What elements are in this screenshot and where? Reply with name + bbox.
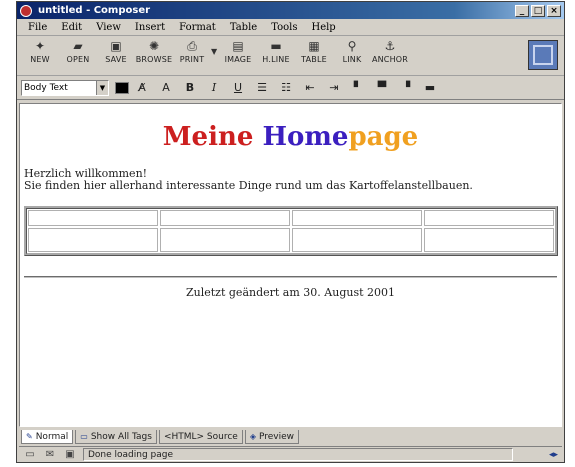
document-table[interactable] bbox=[24, 206, 558, 256]
status-bar: ▭ ✉ ▣ Done loading page ◂▸ bbox=[19, 446, 562, 462]
table-button[interactable]: ▦ Table bbox=[295, 39, 333, 73]
close-button[interactable]: × bbox=[547, 4, 561, 17]
save-button[interactable]: ▣ Save bbox=[97, 39, 135, 73]
hline-icon: ▬ bbox=[270, 39, 282, 53]
menu-tools[interactable]: Tools bbox=[264, 22, 304, 33]
table-cell[interactable] bbox=[292, 228, 422, 252]
align-right-icon[interactable]: ▝ bbox=[395, 79, 417, 97]
throbber-logo-icon[interactable] bbox=[528, 40, 558, 70]
menu-edit[interactable]: Edit bbox=[54, 22, 89, 33]
preview-icon: ◈ bbox=[249, 432, 256, 441]
align-center-icon[interactable]: ▀ bbox=[371, 79, 393, 97]
indent-icon[interactable]: ⇥ bbox=[323, 79, 345, 97]
tab-html-source[interactable]: <HTML> Source bbox=[158, 430, 243, 444]
underline-icon[interactable]: U bbox=[227, 79, 249, 97]
browse-button[interactable]: ✺ Browse bbox=[135, 39, 173, 73]
edit-mode-tabs: ✎ Normal ▭ Show All Tags <HTML> Source ◈ Pr… bbox=[19, 429, 562, 445]
paragraph-style-select[interactable]: Body Text ▼ bbox=[21, 79, 109, 96]
open-button[interactable]: ▰ Open bbox=[59, 39, 97, 73]
horizontal-rule bbox=[24, 276, 557, 278]
welcome-text: Herzlich willkommen! Sie finden hier all… bbox=[24, 168, 561, 192]
justify-icon[interactable]: ▬ bbox=[419, 79, 441, 97]
image-button[interactable]: ▤ Image bbox=[219, 39, 257, 73]
menu-format[interactable]: Format bbox=[172, 22, 223, 33]
numbered-list-icon[interactable]: ☷ bbox=[275, 79, 297, 97]
save-icon: ▣ bbox=[110, 39, 122, 53]
italic-icon[interactable]: I bbox=[203, 79, 225, 97]
print-button[interactable]: ⎙ Print bbox=[173, 39, 211, 73]
mail-icon[interactable]: ✉ bbox=[43, 449, 57, 461]
new-icon: ✦ bbox=[34, 39, 46, 53]
table-row bbox=[27, 209, 555, 227]
print-dropdown-icon[interactable]: ▼ bbox=[211, 47, 219, 56]
composition-toolbar: ✦ New ▰ Open ▣ Save ✺ Browse ⎙ Print ▼ ▤ Image… bbox=[17, 36, 564, 76]
table-cell[interactable] bbox=[160, 210, 290, 226]
last-modified-text: Zuletzt geändert am 30. August 2001 bbox=[186, 286, 395, 299]
tab-preview[interactable]: ◈ Preview bbox=[244, 430, 300, 444]
menu-help[interactable]: Help bbox=[304, 22, 342, 33]
link-icon: ⚲ bbox=[347, 39, 357, 53]
align-left-icon[interactable]: ▘ bbox=[347, 79, 369, 97]
paragraph-style-value: Body Text bbox=[24, 82, 68, 93]
minimize-button[interactable]: _ bbox=[515, 4, 529, 17]
pen-icon: ✎ bbox=[26, 432, 33, 441]
print-icon: ⎙ bbox=[187, 38, 197, 53]
menu-view[interactable]: View bbox=[89, 22, 128, 33]
status-text: Done loading page bbox=[83, 448, 513, 461]
chevron-down-icon: ▼ bbox=[96, 80, 108, 95]
format-toolbar: Body Text ▼ A̸ A B I U ☰ ☷ ⇤ ⇥ ▘ ▀ ▝ ▬ bbox=[17, 76, 564, 100]
menu-insert[interactable]: Insert bbox=[128, 22, 172, 33]
table-cell[interactable] bbox=[28, 210, 158, 226]
hline-button[interactable]: ▬ H.Line bbox=[257, 39, 295, 73]
app-icon[interactable] bbox=[20, 4, 32, 17]
table-icon: ▦ bbox=[308, 39, 320, 53]
open-icon: ▰ bbox=[73, 39, 83, 53]
anchor-icon: ⚓ bbox=[384, 39, 396, 53]
tags-icon: ▭ bbox=[80, 432, 88, 441]
image-icon: ▤ bbox=[232, 39, 244, 53]
intro-line: Sie finden hier allerhand interessante D… bbox=[24, 179, 473, 192]
bold-icon[interactable]: B bbox=[179, 79, 201, 97]
menu-table[interactable]: Table bbox=[223, 22, 264, 33]
table-cell[interactable] bbox=[292, 210, 422, 226]
document-editor[interactable]: Meine Homepage Herzlich willkommen! Sie … bbox=[19, 103, 562, 427]
tab-show-all-tags[interactable]: ▭ Show All Tags bbox=[75, 430, 157, 444]
link-button[interactable]: ⚲ Link bbox=[333, 39, 371, 73]
composer-window: untitled - Composer _ □ × File Edit View… bbox=[16, 1, 565, 463]
page-heading: Meine Homepage bbox=[162, 122, 419, 152]
table-cell[interactable] bbox=[424, 210, 554, 226]
bullet-list-icon[interactable]: ☰ bbox=[251, 79, 273, 97]
browse-icon: ✺ bbox=[148, 39, 160, 53]
table-row bbox=[27, 227, 555, 253]
table-cell[interactable] bbox=[160, 228, 290, 252]
new-button[interactable]: ✦ New bbox=[21, 39, 59, 73]
title-bar: untitled - Composer _ □ × bbox=[17, 2, 564, 19]
anchor-button[interactable]: ⚓ Anchor bbox=[371, 39, 409, 73]
increase-font-icon[interactable]: A bbox=[155, 79, 177, 97]
composer-icon[interactable]: ▣ bbox=[63, 449, 77, 461]
outdent-icon[interactable]: ⇤ bbox=[299, 79, 321, 97]
decrease-font-icon[interactable]: A̸ bbox=[131, 79, 153, 97]
tab-normal[interactable]: ✎ Normal bbox=[21, 430, 74, 444]
maximize-button[interactable]: □ bbox=[531, 4, 545, 17]
table-cell[interactable] bbox=[424, 228, 554, 252]
table-cell[interactable] bbox=[28, 228, 158, 252]
folder-icon[interactable]: ▭ bbox=[23, 449, 37, 461]
text-color-icon[interactable] bbox=[115, 81, 129, 94]
menu-bar: File Edit View Insert Format Table Tools… bbox=[17, 19, 564, 36]
menu-file[interactable]: File bbox=[21, 22, 54, 33]
online-status-icon[interactable]: ◂▸ bbox=[549, 450, 558, 460]
window-title: untitled - Composer bbox=[38, 5, 151, 16]
